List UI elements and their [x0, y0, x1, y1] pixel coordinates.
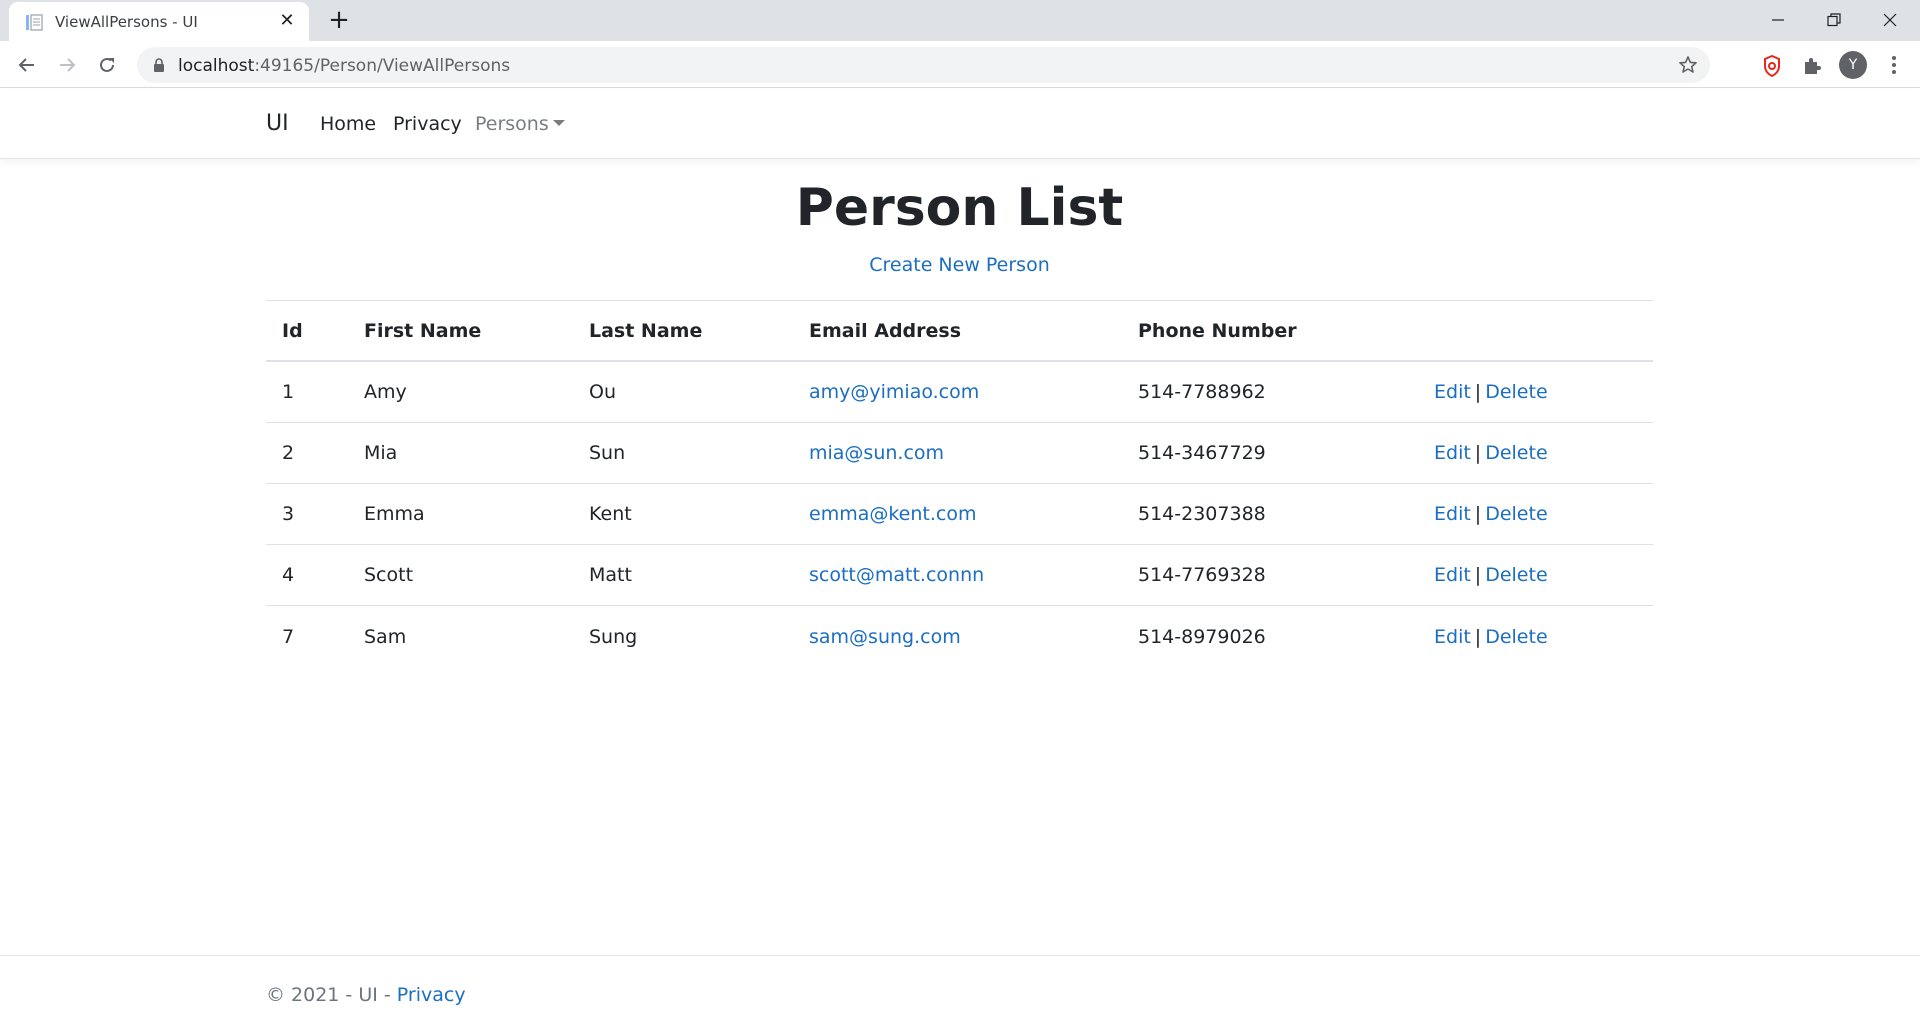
caret-down-icon: [552, 119, 565, 126]
delete-link[interactable]: Delete: [1485, 442, 1547, 464]
cell-first-name: Mia: [364, 442, 398, 464]
puzzle-icon[interactable]: [1800, 54, 1824, 78]
row-actions: Edit | Delete: [1434, 545, 1548, 605]
column-header-last-name: Last Name: [589, 319, 703, 342]
page-title: Person List: [795, 178, 1124, 238]
tab-close-icon[interactable]: ✕: [277, 11, 297, 31]
delete-link[interactable]: Delete: [1485, 503, 1547, 525]
cell-email-link[interactable]: amy@yimiao.com: [809, 362, 979, 422]
lock-icon[interactable]: [151, 57, 167, 73]
cell-id: 1: [282, 381, 295, 403]
copyright-text: © 2021 - UI -: [266, 984, 397, 1006]
url-text: localhost:49165/Person/ViewAllPersons: [178, 56, 510, 76]
site-navbar: UI Home Privacy Persons: [0, 89, 1920, 159]
footer-privacy-link[interactable]: Privacy: [397, 984, 466, 1006]
browser-tab[interactable]: ViewAllPersons - UI ✕: [9, 2, 309, 41]
cell-first-name: Emma: [364, 503, 425, 525]
column-header-id: Id: [282, 319, 303, 342]
cell-phone: 514-7788962: [1138, 381, 1266, 403]
new-tab-button[interactable]: +: [325, 7, 353, 35]
cell-last-name: Sun: [589, 442, 626, 464]
restore-icon[interactable]: [1806, 0, 1862, 40]
url-host: localhost: [178, 56, 255, 76]
edit-link[interactable]: Edit: [1434, 626, 1471, 648]
create-new-person-link[interactable]: Create New Person: [266, 254, 1653, 276]
reload-icon[interactable]: [91, 49, 123, 81]
cell-email-link[interactable]: sam@sung.com: [809, 606, 961, 667]
cell-last-name: Ou: [589, 381, 616, 403]
cell-email-link[interactable]: mia@sun.com: [809, 423, 944, 483]
edit-link[interactable]: Edit: [1434, 381, 1471, 403]
cell-last-name: Sung: [589, 625, 638, 648]
delete-link[interactable]: Delete: [1485, 626, 1547, 648]
column-header-first-name: First Name: [364, 319, 482, 342]
cell-email-link[interactable]: emma@kent.com: [809, 484, 976, 544]
column-header-phone: Phone Number: [1138, 319, 1297, 342]
cell-last-name: Matt: [589, 564, 632, 586]
cell-email-link[interactable]: scott@matt.connn: [809, 545, 984, 605]
tab-title: ViewAllPersons - UI: [55, 13, 198, 31]
delete-link[interactable]: Delete: [1485, 381, 1547, 403]
table-row: 7 Sam Sung sam@sung.com 514-8979026 Edit…: [266, 606, 1653, 667]
nav-link-home[interactable]: Home: [320, 113, 376, 135]
cell-phone: 514-7769328: [1138, 564, 1266, 586]
navbar-brand[interactable]: UI: [266, 111, 289, 136]
edit-link[interactable]: Edit: [1434, 442, 1471, 464]
table-header-row: Id First Name Last Name Email Address Ph…: [266, 301, 1653, 362]
cell-id: 3: [282, 503, 295, 525]
back-arrow-icon[interactable]: [11, 49, 43, 81]
nav-link-privacy[interactable]: Privacy: [393, 113, 462, 135]
site-footer: © 2021 - UI - Privacy: [0, 955, 1920, 1023]
row-actions: Edit | Delete: [1434, 606, 1548, 667]
footer-text: © 2021 - UI - Privacy: [266, 984, 466, 1006]
extension-shield-icon[interactable]: [1760, 54, 1784, 78]
action-separator: |: [1474, 442, 1482, 464]
cell-id: 4: [282, 564, 295, 586]
action-separator: |: [1474, 381, 1482, 403]
page-favicon-icon: [25, 14, 43, 31]
cell-id: 2: [282, 442, 295, 464]
delete-link[interactable]: Delete: [1485, 564, 1547, 586]
browser-toolbar: localhost:49165/Person/ViewAllPersons Y: [0, 41, 1920, 88]
url-path: :49165/Person/ViewAllPersons: [254, 56, 511, 76]
star-icon[interactable]: [1678, 55, 1698, 75]
table-row: 2 Mia Sun mia@sun.com 514-3467729 Edit | D…: [266, 423, 1653, 484]
nav-dropdown-persons[interactable]: Persons: [475, 113, 565, 135]
action-separator: |: [1474, 564, 1482, 586]
action-separator: |: [1474, 625, 1482, 648]
cell-phone: 514-8979026: [1138, 625, 1266, 648]
row-actions: Edit | Delete: [1434, 362, 1548, 422]
cell-phone: 514-3467729: [1138, 442, 1266, 464]
row-actions: Edit | Delete: [1434, 484, 1548, 544]
person-table: Id First Name Last Name Email Address Ph…: [266, 300, 1653, 667]
profile-avatar[interactable]: Y: [1839, 51, 1867, 79]
action-separator: |: [1474, 503, 1482, 525]
forward-arrow-icon[interactable]: [51, 49, 83, 81]
more-vert-icon[interactable]: [1882, 53, 1906, 77]
nav-dropdown-persons-label: Persons: [475, 113, 549, 135]
cell-phone: 514-2307388: [1138, 503, 1266, 525]
table-row: 3 Emma Kent emma@kent.com 514-2307388 Ed…: [266, 484, 1653, 545]
browser-tabstrip: ViewAllPersons - UI ✕ +: [0, 0, 1920, 41]
table-row: 1 Amy Ou amy@yimiao.com 514-7788962 Edit…: [266, 362, 1653, 423]
cell-first-name: Amy: [364, 381, 407, 403]
cell-last-name: Kent: [589, 503, 632, 525]
minimize-icon[interactable]: [1750, 0, 1806, 40]
cell-first-name: Scott: [364, 564, 414, 586]
column-header-email: Email Address: [809, 319, 962, 342]
table-row: 4 Scott Matt scott@matt.connn 514-776932…: [266, 545, 1653, 606]
cell-id: 7: [282, 625, 295, 648]
edit-link[interactable]: Edit: [1434, 503, 1471, 525]
row-actions: Edit | Delete: [1434, 423, 1548, 483]
close-window-icon[interactable]: [1862, 0, 1918, 40]
cell-first-name: Sam: [364, 625, 407, 648]
address-bar[interactable]: localhost:49165/Person/ViewAllPersons: [137, 47, 1710, 83]
edit-link[interactable]: Edit: [1434, 564, 1471, 586]
